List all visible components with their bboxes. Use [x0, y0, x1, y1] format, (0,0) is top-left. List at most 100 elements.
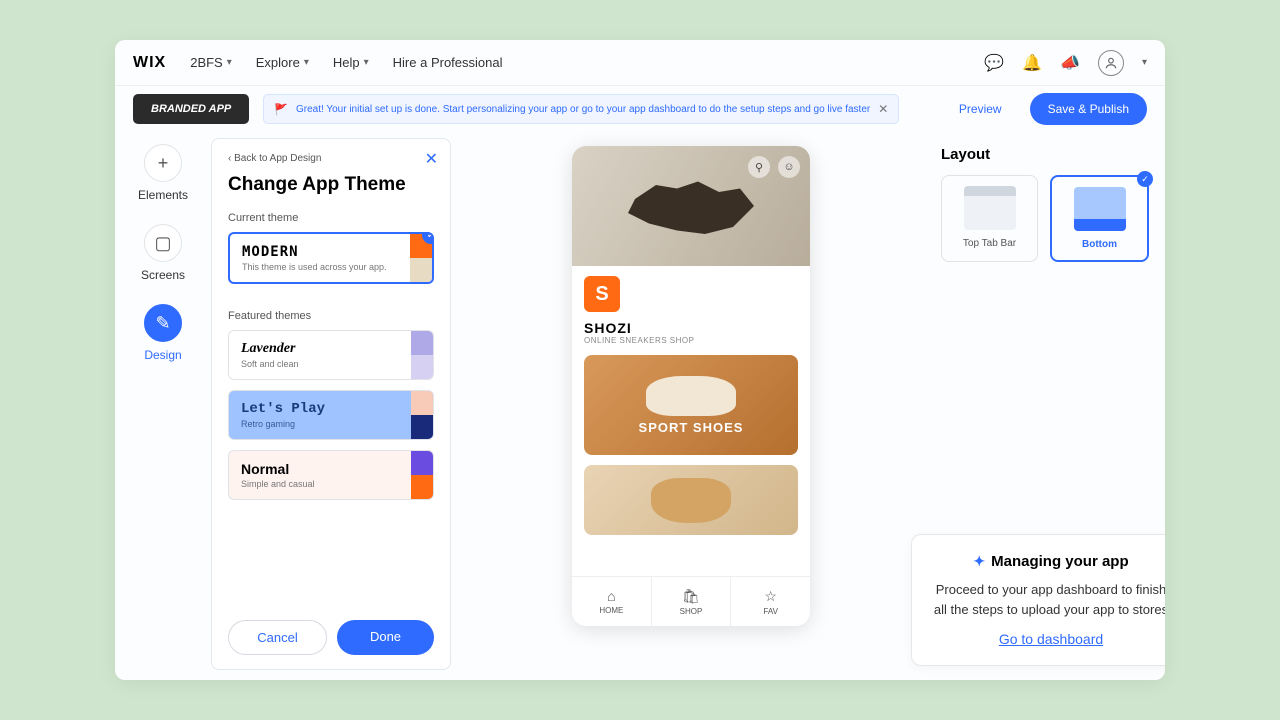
- app-brand: SHOZI: [584, 320, 798, 336]
- tip-body: Proceed to your app dashboard to finish …: [928, 580, 1165, 619]
- tip-card: ✦ Managing your app Proceed to your app …: [911, 534, 1165, 666]
- rail-label: Screens: [141, 268, 185, 282]
- go-to-dashboard-link[interactable]: Go to dashboard: [928, 631, 1165, 647]
- menu-help[interactable]: Help ▾: [333, 55, 369, 70]
- theme-card-modern[interactable]: MODERN This theme is used across your ap…: [228, 232, 434, 284]
- panel-title: Change App Theme: [228, 174, 434, 196]
- check-icon: ✓: [1137, 171, 1153, 187]
- rail-elements[interactable]: + Elements: [138, 144, 188, 202]
- theme-name: MODERN: [242, 244, 420, 260]
- page-icon: ▢: [144, 224, 182, 262]
- phone-preview: ⚲ ☺ S SHOZI ONLINE SNEAKERS SHOP SPORT S…: [572, 146, 810, 626]
- theme-desc: Retro gaming: [241, 419, 421, 429]
- chat-icon[interactable]: 💬: [984, 53, 1004, 73]
- save-publish-button[interactable]: Save & Publish: [1030, 93, 1147, 125]
- cancel-button[interactable]: Cancel: [228, 620, 327, 655]
- account-avatar[interactable]: [1098, 50, 1124, 76]
- app-logo: S: [584, 276, 620, 312]
- app-tagline: ONLINE SNEAKERS SHOP: [584, 336, 798, 345]
- promo-card: SPORT SHOES: [584, 355, 798, 455]
- tab-label: HOME: [599, 606, 623, 615]
- tab-home: ⌂ HOME: [572, 577, 652, 626]
- back-link[interactable]: ‹ Back to App Design: [228, 153, 434, 164]
- star-icon: ☆: [764, 588, 777, 605]
- theme-name: Lavender: [241, 341, 421, 357]
- rail-design[interactable]: ✎ Design: [144, 304, 182, 362]
- layout-options: Top Tab Bar ✓ Bottom: [941, 175, 1149, 262]
- phone-tabbar: ⌂ HOME 🛍 SHOP ☆ FAV: [572, 576, 810, 626]
- layout-label: Bottom: [1082, 239, 1117, 250]
- rail-label: Elements: [138, 188, 188, 202]
- banner-text: Great! Your initial set up is done. Star…: [296, 104, 870, 115]
- hire-link[interactable]: Hire a Professional: [393, 55, 503, 70]
- theme-desc: This theme is used across your app.: [242, 262, 420, 272]
- rail-label: Design: [144, 348, 181, 362]
- tab-label: SHOP: [680, 607, 703, 616]
- chevron-down-icon: ▾: [304, 57, 309, 68]
- right-column: Layout Top Tab Bar ✓ Bottom ✦ Managing y…: [925, 132, 1165, 680]
- chevron-down-icon: ▾: [364, 57, 369, 68]
- sparkle-icon: ✦: [973, 553, 985, 570]
- account-chevron-icon[interactable]: ▾: [1142, 57, 1147, 68]
- tab-label: FAV: [763, 607, 778, 616]
- bell-icon[interactable]: 🔔: [1022, 53, 1042, 73]
- layout-option-bottom[interactable]: ✓ Bottom: [1050, 175, 1149, 262]
- left-rail: + Elements ▢ Screens ✎ Design: [115, 132, 211, 680]
- layout-label: Top Tab Bar: [963, 238, 1016, 249]
- top-right-tools: 💬 🔔 📣 ▾: [984, 50, 1147, 76]
- tab-shop: 🛍 SHOP: [652, 577, 732, 626]
- pencil-icon: ✎: [144, 304, 182, 342]
- plus-icon: +: [144, 144, 182, 182]
- tip-title: ✦ Managing your app: [928, 553, 1165, 570]
- app-window: WIX 2BFS ▾ Explore ▾ Help ▾ Hire a Profe…: [115, 40, 1165, 680]
- done-button[interactable]: Done: [337, 620, 434, 655]
- current-theme-label: Current theme: [228, 212, 434, 224]
- preview-canvas: ⚲ ☺ S SHOZI ONLINE SNEAKERS SHOP SPORT S…: [457, 132, 925, 680]
- info-banner: 🚩 Great! Your initial set up is done. St…: [263, 94, 899, 124]
- user-icon: ☺: [778, 156, 800, 178]
- main-area: + Elements ▢ Screens ✎ Design ✕ ‹ Back t…: [115, 132, 1165, 680]
- layout-thumb-icon: [1074, 187, 1126, 231]
- rail-screens[interactable]: ▢ Screens: [141, 224, 185, 282]
- search-icon: ⚲: [748, 156, 770, 178]
- top-bar: WIX 2BFS ▾ Explore ▾ Help ▾ Hire a Profe…: [115, 40, 1165, 86]
- tab-fav: ☆ FAV: [731, 577, 810, 626]
- featured-themes-label: Featured themes: [228, 310, 434, 322]
- theme-swatch: [411, 451, 433, 499]
- layout-option-top[interactable]: Top Tab Bar: [941, 175, 1038, 262]
- theme-name: Let's Play: [241, 401, 421, 417]
- menu-explore[interactable]: Explore ▾: [256, 55, 309, 70]
- close-icon[interactable]: ✕: [425, 149, 438, 169]
- close-icon[interactable]: ✕: [878, 102, 888, 116]
- hero-image: ⚲ ☺: [572, 146, 810, 266]
- theme-card-normal[interactable]: Normal Simple and casual: [228, 450, 434, 500]
- phone-body: S SHOZI ONLINE SNEAKERS SHOP SPORT SHOES: [572, 266, 810, 576]
- menu-label: Help: [333, 55, 360, 70]
- theme-card-lavender[interactable]: Lavender Soft and clean: [228, 330, 434, 380]
- brand-logo: WIX: [133, 54, 166, 72]
- theme-swatch: [411, 331, 433, 379]
- bag-icon: 🛍: [682, 588, 700, 605]
- promo-title: SPORT SHOES: [639, 420, 744, 435]
- theme-panel: ✕ ‹ Back to App Design Change App Theme …: [211, 138, 451, 670]
- panel-footer: Cancel Done: [228, 608, 434, 655]
- branded-app-badge[interactable]: BRANDED APP: [133, 94, 249, 124]
- megaphone-icon[interactable]: 📣: [1060, 53, 1080, 73]
- home-icon: ⌂: [607, 588, 615, 604]
- theme-swatch: [411, 391, 433, 439]
- layout-title: Layout: [941, 146, 1149, 163]
- layout-thumb-icon: [964, 186, 1016, 230]
- site-name: 2BFS: [190, 55, 223, 70]
- chevron-down-icon: ▾: [227, 57, 232, 68]
- preview-button[interactable]: Preview: [945, 94, 1016, 124]
- flag-icon: 🚩: [274, 103, 288, 116]
- site-switcher[interactable]: 2BFS ▾: [190, 55, 232, 70]
- action-bar: BRANDED APP 🚩 Great! Your initial set up…: [115, 86, 1165, 132]
- promo-card-2: [584, 465, 798, 535]
- theme-name: Normal: [241, 461, 421, 477]
- theme-card-letsplay[interactable]: Let's Play Retro gaming: [228, 390, 434, 440]
- theme-desc: Soft and clean: [241, 359, 421, 369]
- theme-desc: Simple and casual: [241, 479, 421, 489]
- tip-title-text: Managing your app: [991, 553, 1129, 570]
- menu-label: Explore: [256, 55, 300, 70]
